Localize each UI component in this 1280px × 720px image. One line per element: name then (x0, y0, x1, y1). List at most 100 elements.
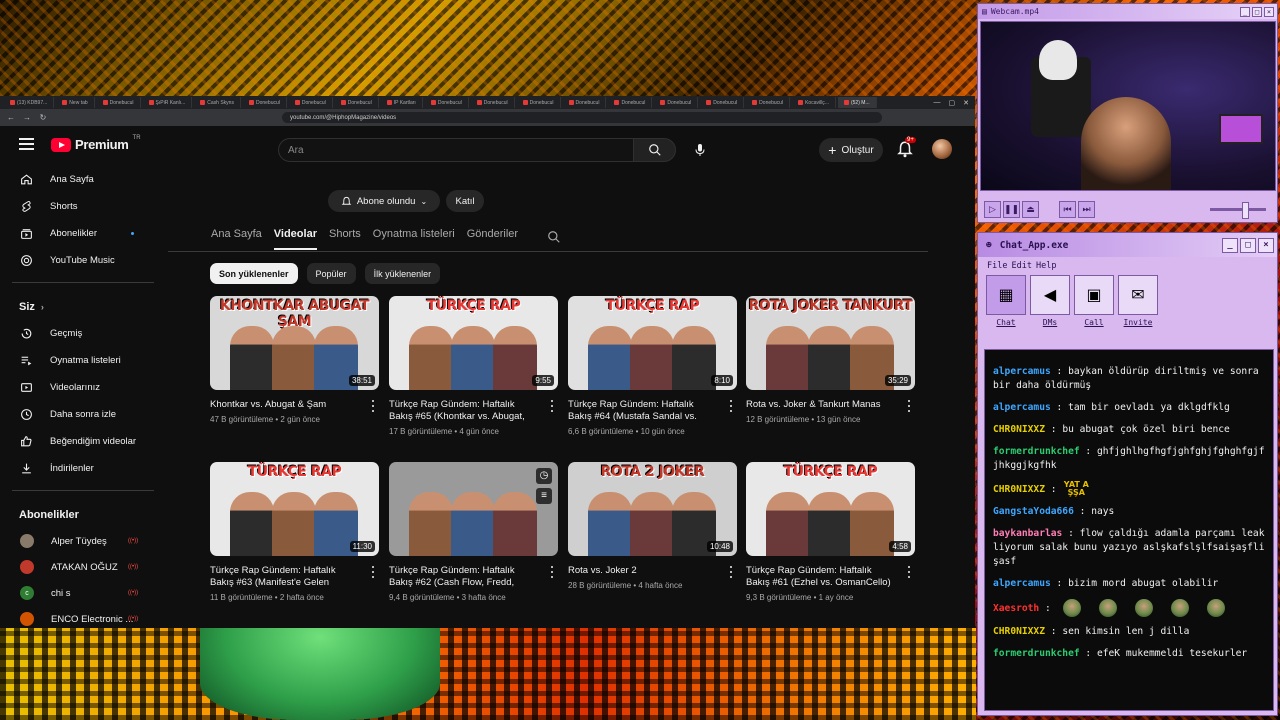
sidebar-item-i-ndirilenler[interactable]: İndirilenler (0, 455, 160, 482)
video-card[interactable]: KHONTKAR ABUGAT ŞAM 38:51 Khontkar vs. Abu… (210, 296, 379, 424)
watch-later-icon[interactable]: ◷ (536, 468, 552, 484)
menu-icon[interactable] (19, 138, 34, 150)
video-thumbnail[interactable]: ◷ ≡ (389, 462, 558, 556)
chat-log[interactable]: alpercamus : baykan öldürüp diriltmiş ve… (984, 349, 1274, 711)
tool-chat[interactable]: ▦ Chat (986, 275, 1026, 335)
account-avatar[interactable] (932, 139, 952, 159)
more-options-icon[interactable] (727, 566, 735, 578)
browser-tab[interactable]: Donebucul (243, 97, 287, 108)
more-options-icon[interactable] (548, 400, 556, 412)
create-button[interactable]: + Oluştur (819, 138, 883, 162)
more-options-icon[interactable] (548, 566, 556, 578)
chat-username[interactable]: alpercamus (993, 402, 1051, 413)
channel-tab[interactable]: Oynatma listeleri (373, 228, 455, 250)
menu-edit[interactable]: Edit (1011, 261, 1031, 271)
more-options-icon[interactable] (369, 566, 377, 578)
sidebar-item-daha-sonra-izle[interactable]: Daha sonra izle (0, 401, 160, 428)
video-card[interactable]: ROTA 2 JOKER 10:48 Rota vs. Joker 2 28 B gö… (568, 462, 737, 590)
browser-tab[interactable]: Donebucul (425, 97, 469, 108)
channel-tab[interactable]: Ana Sayfa (211, 228, 262, 250)
video-card[interactable]: ◷ ≡ Türkçe Rap Gündem: Haftalık Bakış #62 … (389, 462, 558, 602)
search-button[interactable] (633, 138, 676, 162)
chat-username[interactable]: formerdrunkchef (993, 648, 1080, 659)
browser-tab[interactable]: ŞıPiR Kanlı... (143, 97, 193, 108)
sidebar-item-shorts[interactable]: Shorts (0, 193, 160, 220)
chat-username[interactable]: formerdrunkchef (993, 446, 1080, 457)
channel-search-icon[interactable] (547, 230, 561, 244)
browser-tab[interactable]: New tab (56, 97, 95, 108)
video-thumbnail[interactable]: ROTA JOKER TANKURT 35:29 (746, 296, 915, 390)
browser-tab[interactable]: Donebucul (97, 97, 141, 108)
next-icon[interactable]: ⏭ (1078, 200, 1095, 218)
sidebar-item-be-endi-im-videolar[interactable]: Beğendiğim videolar (0, 428, 160, 455)
browser-tab[interactable]: Donebucul (563, 97, 607, 108)
video-thumbnail[interactable]: TÜRKÇE RAP 4:58 (746, 462, 915, 556)
video-title[interactable]: Türkçe Rap Gündem: Haftalık Bakış #65 (K… (389, 399, 558, 423)
menu-file[interactable]: File (987, 261, 1007, 271)
more-options-icon[interactable] (369, 400, 377, 412)
pause-icon[interactable]: ❚❚ (1003, 200, 1020, 218)
video-card[interactable]: TÜRKÇE RAP 8:10 Türkçe Rap Gündem: Haftalı… (568, 296, 737, 436)
maximize-icon[interactable]: □ (1252, 6, 1262, 17)
chat-username[interactable]: alpercamus (993, 578, 1051, 589)
previous-icon[interactable]: ⏮ (1059, 200, 1076, 218)
play-icon[interactable]: ▷ (984, 200, 1001, 218)
browser-tab[interactable]: (52) M... (837, 97, 877, 108)
browser-tab[interactable]: Donebucul (608, 97, 653, 108)
video-thumbnail[interactable]: TÜRKÇE RAP 11:30 (210, 462, 379, 556)
tool-call[interactable]: ▣ Call (1074, 275, 1114, 335)
chat-username[interactable]: baykanbarlas (993, 528, 1062, 539)
sidebar-item-videolar-n-z[interactable]: Videolarınız (0, 374, 160, 401)
chat-username[interactable]: CHR0NIXXZ (993, 626, 1045, 637)
video-title[interactable]: Türkçe Rap Gündem: Haftalık Bakış #62 (C… (389, 565, 558, 589)
video-title[interactable]: Türkçe Rap Gündem: Haftalık Bakış #61 (E… (746, 565, 915, 589)
search-input[interactable]: Ara (278, 138, 633, 162)
subscription-channel[interactable]: Alper Tüydeş ((•)) (0, 528, 160, 554)
browser-tab[interactable]: Donebucul (654, 97, 699, 108)
more-options-icon[interactable] (905, 400, 913, 412)
subscribed-button[interactable]: Abone olundu ⌄ (328, 190, 440, 212)
add-to-queue-icon[interactable]: ≡ (536, 488, 552, 504)
chat-username[interactable]: alpercamus (993, 366, 1051, 377)
channel-tab[interactable]: Videolar (273, 228, 317, 250)
voice-search-button[interactable] (688, 138, 712, 162)
browser-tab[interactable]: Donebucul (517, 97, 561, 108)
subscription-channel[interactable]: c chi s ((•)) (0, 580, 160, 606)
menu-help[interactable]: Help (1036, 261, 1056, 271)
minimize-icon[interactable]: _ (1240, 6, 1250, 17)
subscription-channel[interactable]: ENCO Electronic ... ((•)) (0, 606, 160, 628)
filter-chip[interactable]: Popüler (306, 263, 356, 284)
filter-chip[interactable]: İlk yüklenenler (364, 263, 441, 284)
volume-slider[interactable] (1210, 201, 1266, 219)
video-thumbnail[interactable]: TÜRKÇE RAP 9:55 (389, 296, 558, 390)
browser-tab[interactable]: Donebucul (289, 97, 333, 108)
browser-tab[interactable]: Donebucul (471, 97, 515, 108)
back-icon[interactable]: ← (6, 113, 16, 122)
channel-tab[interactable]: Gönderiler (467, 228, 518, 250)
sidebar-item-oynatma-listeleri[interactable]: Oynatma listeleri (0, 347, 160, 374)
sidebar-item-ana-sayfa[interactable]: Ana Sayfa (0, 166, 160, 193)
minimize-icon[interactable]: — (934, 99, 941, 107)
more-options-icon[interactable] (727, 400, 735, 412)
youtube-logo[interactable]: Premium TR (51, 135, 141, 152)
tool-invite[interactable]: ✉ Invite (1118, 275, 1158, 335)
close-icon[interactable]: ✕ (963, 99, 969, 107)
video-card[interactable]: TÜRKÇE RAP 11:30 Türkçe Rap Gündem: Haftal… (210, 462, 379, 602)
maximize-icon[interactable]: ▢ (949, 99, 956, 107)
video-thumbnail[interactable]: TÜRKÇE RAP 8:10 (568, 296, 737, 390)
filter-chip[interactable]: Son yüklenenler (210, 263, 298, 284)
close-icon[interactable]: × (1264, 6, 1274, 17)
reload-icon[interactable]: ↻ (38, 113, 48, 122)
chat-username[interactable]: Xaesroth (993, 603, 1039, 614)
maximize-icon[interactable]: □ (1240, 237, 1256, 253)
video-title[interactable]: Türkçe Rap Gündem: Haftalık Bakış #63 (M… (210, 565, 379, 589)
browser-tab[interactable]: Cash Skyns (194, 97, 241, 108)
browser-tab[interactable]: Donebucul (335, 97, 379, 108)
video-title[interactable]: Türkçe Rap Gündem: Haftalık Bakış #64 (M… (568, 399, 737, 423)
browser-tab[interactable]: Kocavillç... (792, 97, 836, 108)
sidebar-item-ge-mi-[interactable]: Geçmiş (0, 320, 160, 347)
video-card[interactable]: TÜRKÇE RAP 4:58 Türkçe Rap Gündem: Haftalı… (746, 462, 915, 602)
video-thumbnail[interactable]: KHONTKAR ABUGAT ŞAM 38:51 (210, 296, 379, 390)
url-field[interactable]: youtube.com/@HiphopMagazine/videos (282, 112, 882, 123)
browser-tab[interactable]: Donebucul (746, 97, 791, 108)
